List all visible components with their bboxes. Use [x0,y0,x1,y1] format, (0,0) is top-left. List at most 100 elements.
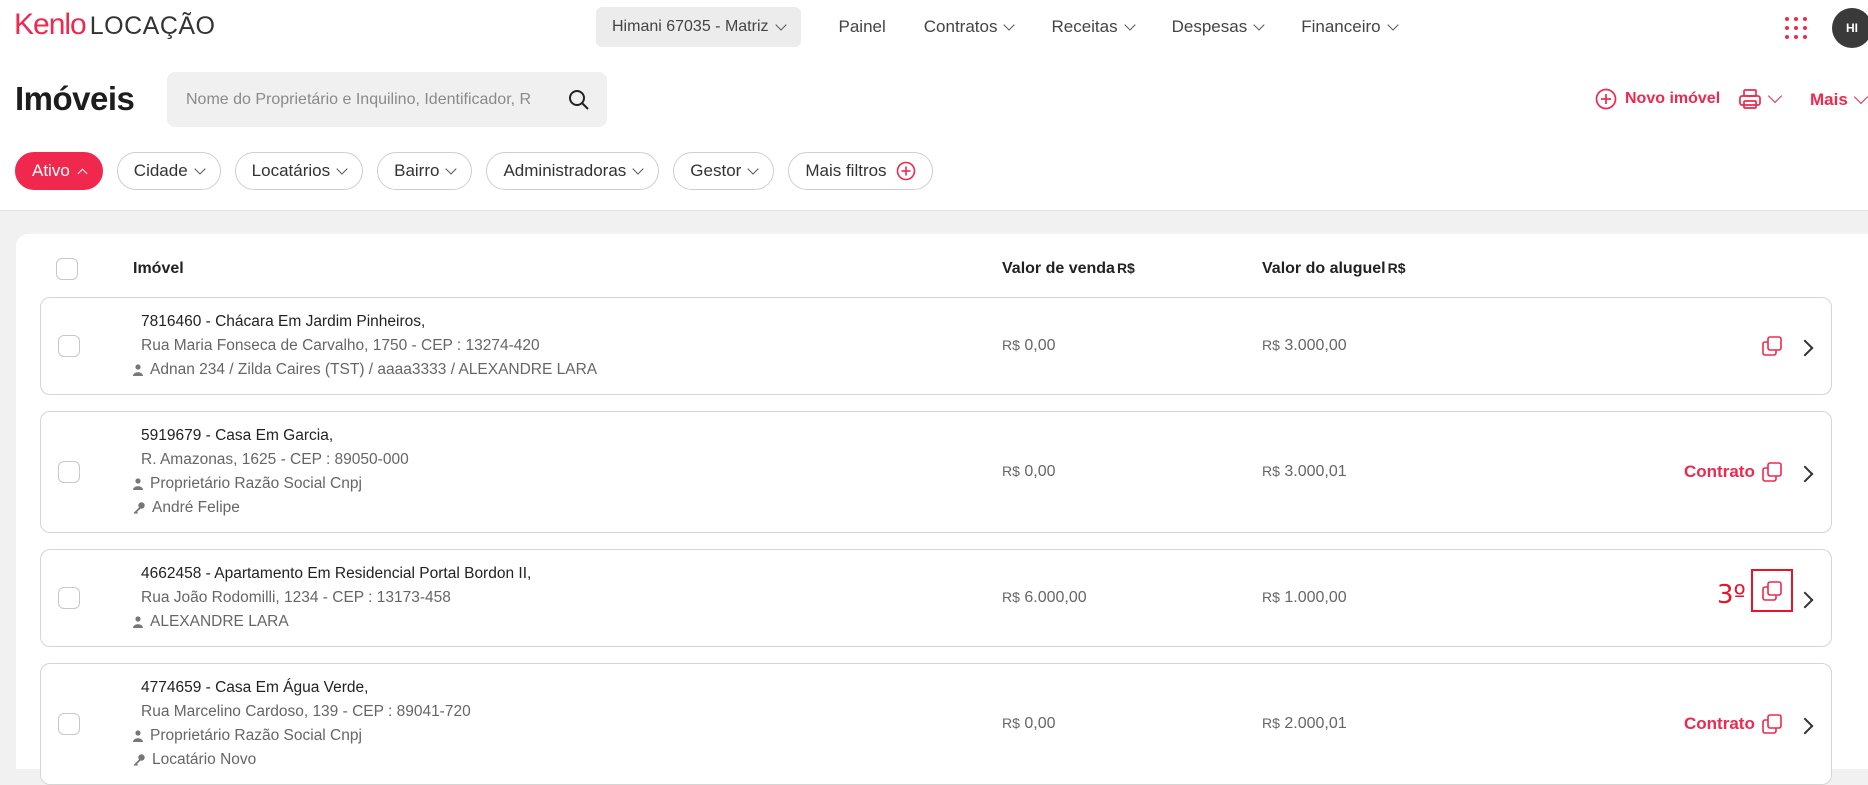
filter-city[interactable]: Cidade [116,152,221,190]
new-property-label: Novo imóvel [1625,90,1721,107]
sale-value: R$ 0,00 [1002,715,1056,733]
property-tenant: Locatário Novo [133,751,256,769]
branch-label: Himani 67035 - Matriz [612,18,769,35]
row-checkbox[interactable] [58,587,80,609]
print-button[interactable] [1738,88,1783,110]
chevron-right-icon[interactable] [1796,717,1814,735]
chevron-down-icon [1767,88,1783,104]
apps-grid-icon[interactable] [1785,17,1807,39]
sale-value: R$ 0,00 [1002,463,1056,481]
select-all-checkbox[interactable] [56,258,78,280]
property-address: Rua Maria Fonseca de Carvalho, 1750 - CE… [141,337,540,354]
person-icon [133,478,143,490]
sale-header-currency: R$ [1116,260,1135,276]
sale-amount: 0,00 [1024,715,1056,732]
contract-link[interactable]: Contrato [1684,714,1755,734]
chevron-right-icon[interactable] [1796,591,1814,609]
filter-bar: Ativo Cidade Locatários Bairro Administr… [15,152,947,190]
column-header-sale: Valor de venda R$ [1002,260,1135,278]
avatar[interactable]: HI [1832,8,1868,48]
filter-administrators[interactable]: Administradoras [486,152,660,190]
filter-district[interactable]: Bairro [377,152,473,190]
rent-header-currency: R$ [1387,260,1406,276]
property-owner: Proprietário Razão Social Cnpj [133,475,362,493]
currency-label: R$ [1262,715,1280,731]
property-title: 4662458 - Apartamento Em Residencial Por… [141,565,532,582]
top-bar: Kenlo LOCAÇÃO Himani 67035 - Matriz Pain… [0,0,1868,211]
person-icon [133,730,143,742]
branch-selector[interactable]: Himani 67035 - Matriz [596,7,801,47]
property-address: Rua Marcelino Cardoso, 139 - CEP : 89041… [141,703,471,720]
nav-receitas[interactable]: Receitas [1051,17,1136,37]
kenlo-logo[interactable]: Kenlo LOCAÇÃO [14,8,216,44]
key-icon [133,502,145,514]
table-row[interactable]: 7816460 - Chácara Em Jardim Pinheiros, R… [40,297,1832,395]
chevron-down-icon [774,19,787,31]
nav-despesas[interactable]: Despesas [1171,17,1265,37]
filter-city-label: Cidade [133,161,188,180]
copy-icon[interactable] [1761,580,1783,602]
rent-amount: 3.000,00 [1284,337,1347,354]
owner-name: Adnan 234 / Zilda Caires (TST) / aaaa333… [150,361,598,378]
chevron-down-icon [1003,19,1016,31]
property-address: R. Amazonas, 1625 - CEP : 89050-000 [141,451,409,468]
contract-link[interactable]: Contrato [1684,462,1755,482]
column-header-rent: Valor do aluguel R$ [1262,260,1405,278]
search-icon[interactable] [567,88,591,112]
chevron-down-icon [1123,19,1136,31]
filter-tenants-label: Locatários [251,161,331,180]
chevron-down-icon [194,163,206,175]
plus-circle-icon [1595,88,1617,110]
owner-name: Proprietário Razão Social Cnpj [150,475,362,492]
property-tenant: André Felipe [133,499,240,517]
rent-value: R$ 3.000,01 [1262,463,1347,481]
chevron-right-icon[interactable] [1796,465,1814,483]
search-input[interactable] [184,89,558,110]
table-row[interactable]: 4774659 - Casa Em Água Verde, Rua Marcel… [40,663,1832,785]
nav-contratos-label: Contratos [923,17,998,36]
table-row[interactable]: 4662458 - Apartamento Em Residencial Por… [40,549,1832,647]
owner-name: Proprietário Razão Social Cnpj [150,727,362,744]
search-box [167,72,607,127]
copy-icon[interactable] [1761,713,1783,735]
property-title: 7816460 - Chácara Em Jardim Pinheiros, [141,313,426,330]
currency-label: R$ [1262,337,1280,353]
chevron-right-icon[interactable] [1796,339,1814,357]
rent-value: R$ 2.000,01 [1262,715,1347,733]
nav-despesas-label: Despesas [1171,17,1248,36]
logo-brand: Kenlo [14,8,87,41]
copy-icon[interactable] [1761,461,1783,483]
sale-amount: 0,00 [1024,337,1056,354]
nav-financeiro-label: Financeiro [1301,17,1381,36]
filter-manager-label: Gestor [690,161,742,180]
currency-label: R$ [1002,715,1020,731]
copy-icon[interactable] [1761,335,1783,357]
person-icon [133,616,143,628]
table-row[interactable]: 5919679 - Casa Em Garcia, R. Amazonas, 1… [40,411,1832,533]
column-header-property: Imóvel [133,260,184,277]
filter-more[interactable]: Mais filtros [788,152,933,190]
row-checkbox[interactable] [58,461,80,483]
chevron-down-icon [1386,19,1399,31]
filter-more-label: Mais filtros [805,161,887,180]
rent-value: R$ 3.000,00 [1262,337,1347,355]
key-icon [133,754,145,766]
step-annotation: 3º [1717,580,1746,610]
more-button[interactable]: Mais [1810,89,1868,110]
owner-name: ALEXANDRE LARA [150,613,289,630]
nav-financeiro[interactable]: Financeiro [1301,17,1399,37]
more-label: Mais [1810,90,1848,109]
nav-painel[interactable]: Painel [839,17,886,37]
property-list-panel: Imóvel Valor de venda R$ Valor do aluguel… [16,234,1868,785]
logo-subtitle: LOCAÇÃO [89,12,216,40]
filter-manager[interactable]: Gestor [673,152,775,190]
row-checkbox[interactable] [58,713,80,735]
sale-header-label: Valor de venda [1002,260,1115,277]
filter-active[interactable]: Ativo [15,152,103,190]
row-checkbox[interactable] [58,335,80,357]
chevron-down-icon [336,163,348,175]
filter-tenants[interactable]: Locatários [234,152,364,190]
nav-contratos[interactable]: Contratos [923,17,1016,37]
rent-value: R$ 1.000,00 [1262,589,1347,607]
new-property-button[interactable]: Novo imóvel [1595,88,1720,110]
